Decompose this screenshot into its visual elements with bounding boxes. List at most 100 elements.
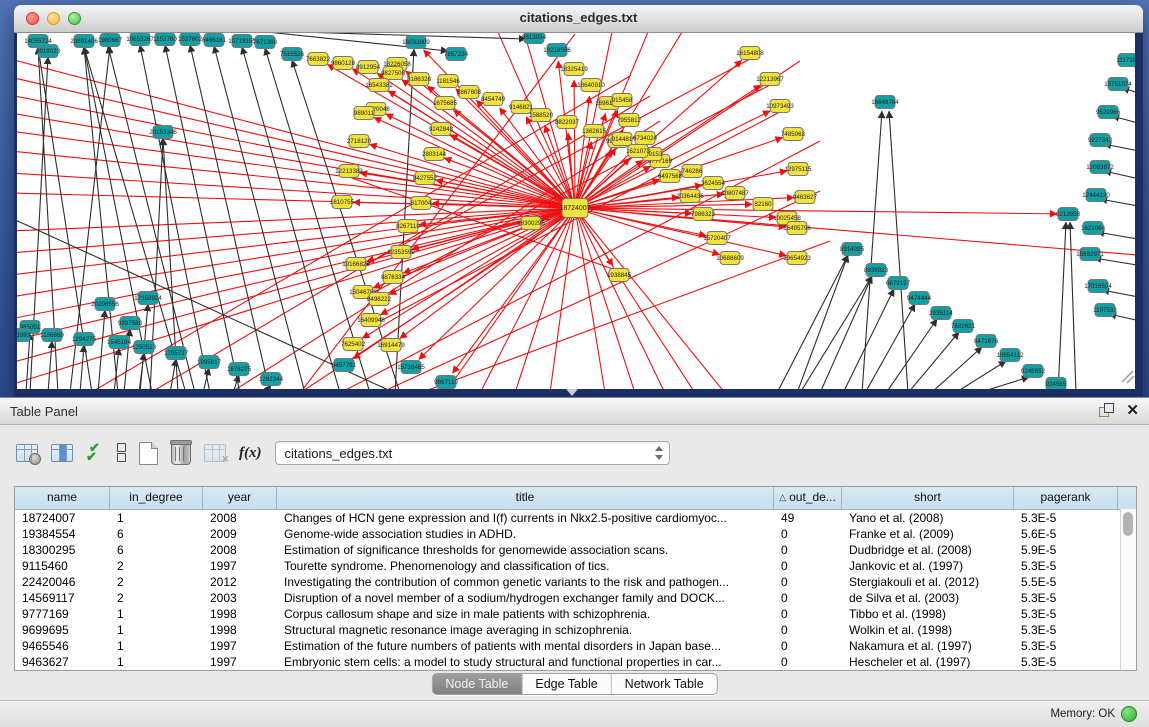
graph-node[interactable]: 2867608 xyxy=(457,86,482,99)
table-cell[interactable]: Estimation of significance thresholds fo… xyxy=(277,542,774,558)
graph-node[interactable]: 1292344 xyxy=(259,373,284,386)
graph-node[interactable]: 16648784 xyxy=(871,96,899,109)
table-cell[interactable]: 9115460 xyxy=(15,558,110,574)
table-cell[interactable]: 0 xyxy=(774,542,842,558)
memory-status-icon[interactable] xyxy=(1121,706,1137,722)
graph-node[interactable]: 10807487 xyxy=(721,187,749,200)
graph-node[interactable]: 8498222 xyxy=(367,293,392,306)
table-row[interactable]: 977716911998Corpus callosum shape and si… xyxy=(15,606,1136,622)
graph-node[interactable]: 915458 xyxy=(612,94,633,107)
graph-node[interactable]: 82160 xyxy=(753,198,773,211)
graph-node[interactable]: 8912954 xyxy=(356,61,381,74)
graph-node[interactable]: 1980667 xyxy=(98,34,123,47)
graph-node[interactable]: 1156869 xyxy=(40,329,64,342)
graph-node[interactable]: 7986322 xyxy=(691,208,716,221)
table-cell[interactable]: 1998 xyxy=(203,606,277,622)
graph-node[interactable]: 8186328 xyxy=(407,73,432,86)
tab-node-table[interactable]: Node Table xyxy=(432,674,521,694)
graph-node[interactable]: 7485063 xyxy=(781,128,806,141)
graph-node[interactable]: 746266 xyxy=(682,165,703,178)
scrollbar-thumb[interactable] xyxy=(1123,512,1133,536)
graph-node[interactable]: 1588520 xyxy=(529,109,554,122)
graph-node[interactable]: 1621073 xyxy=(626,145,651,158)
table-cell[interactable]: 5.3E-5 xyxy=(1014,654,1118,670)
table-cell[interactable]: Embryonic stem cells: a model to study s… xyxy=(277,654,774,670)
select-all-icon[interactable]: ✔✔ xyxy=(86,443,104,463)
column-header[interactable]: title xyxy=(277,487,774,509)
graph-node[interactable]: 7857224 xyxy=(444,48,469,61)
graph-node[interactable]: 10973493 xyxy=(766,100,794,113)
table-cell[interactable]: Franke et al. (2009) xyxy=(842,526,1014,542)
table-row[interactable]: 1830029562008Estimation of significance … xyxy=(15,542,1136,558)
close-panel-icon[interactable]: ✕ xyxy=(1126,403,1139,418)
graph-node[interactable]: 924565 xyxy=(1046,378,1067,390)
table-cell[interactable]: 19384554 xyxy=(15,526,110,542)
column-header[interactable]: name xyxy=(15,487,110,509)
table-cell[interactable]: 2 xyxy=(110,590,203,606)
graph-node[interactable]: 16914479 xyxy=(377,339,405,352)
graph-node[interactable]: 989011 xyxy=(354,107,375,120)
table-cell[interactable]: 9465546 xyxy=(15,638,110,654)
graph-node[interactable]: 7632621 xyxy=(951,320,976,333)
graph-node[interactable]: 12213967 xyxy=(756,73,784,86)
table-cell[interactable]: 0 xyxy=(774,590,842,606)
graph-node[interactable]: 9463627 xyxy=(793,191,818,204)
graph-node[interactable]: 9245652 xyxy=(1021,365,1046,378)
table-selector-dropdown[interactable]: citations_edges.txt xyxy=(275,441,670,465)
graph-node[interactable]: 8454749 xyxy=(481,93,506,106)
table-cell[interactable]: 9463627 xyxy=(15,654,110,670)
graph-node[interactable]: 8822037 xyxy=(555,116,580,129)
table-cell[interactable]: 6 xyxy=(110,526,203,542)
column-header[interactable]: short xyxy=(842,487,1014,509)
tab-network-table[interactable]: Network Table xyxy=(611,674,717,694)
graph-node[interactable]: 15692971 xyxy=(1076,248,1104,261)
graph-node[interactable]: 10653267 xyxy=(126,33,154,46)
graph-node[interactable]: 16495796 xyxy=(783,222,811,235)
graph-node[interactable]: 1545194 xyxy=(107,336,132,349)
network-canvas[interactable]: 1872400714055724991902320891406198066710… xyxy=(17,33,1135,389)
table-cell[interactable]: 22420046 xyxy=(15,574,110,590)
graph-node[interactable]: 7955812 xyxy=(617,114,642,127)
graph-node[interactable]: 12353599 xyxy=(387,246,415,259)
graph-node[interactable]: 1678275 xyxy=(227,363,252,376)
graph-node[interactable]: 9457791 xyxy=(332,359,357,372)
graph-node[interactable]: 19218596 xyxy=(543,44,571,57)
table-cell[interactable]: Investigating the contribution of common… xyxy=(277,574,774,590)
graph-node[interactable]: 7663822 xyxy=(306,53,331,66)
table-cell[interactable]: Jankovic et al. (1997) xyxy=(842,558,1014,574)
graph-node[interactable]: 1995817 xyxy=(197,356,222,369)
table-cell[interactable]: Stergiakouli et al. (2012) xyxy=(842,574,1014,590)
table-cell[interactable]: 0 xyxy=(774,526,842,542)
rows-icon[interactable] xyxy=(117,443,126,463)
column-header[interactable]: year xyxy=(203,487,277,509)
tab-edge-table[interactable]: Edge Table xyxy=(521,674,610,694)
table-cell[interactable]: 1997 xyxy=(203,638,277,654)
graph-node[interactable]: 2718120 xyxy=(347,135,372,148)
graph-node[interactable]: 1152760 xyxy=(153,33,177,46)
table-cell[interactable]: Estimation of the future numbers of pati… xyxy=(277,638,774,654)
table-cell[interactable]: Tibbo et al. (1998) xyxy=(842,606,1014,622)
graph-node[interactable]: 6497568 xyxy=(658,170,683,183)
table-cell[interactable]: 2 xyxy=(110,574,203,590)
graph-node[interactable]: 12975115 xyxy=(784,163,812,176)
graph-node[interactable]: 1181546 xyxy=(436,75,460,88)
graph-node[interactable]: 7625402 xyxy=(341,338,366,351)
table-row[interactable]: 1938455462009Genome-wide association stu… xyxy=(15,526,1136,542)
network-view-window[interactable]: citations_edges.txt 18724007140557249919… xyxy=(14,5,1143,397)
table-cell[interactable]: 1 xyxy=(110,638,203,654)
graph-node[interactable]: 6734024 xyxy=(633,132,658,145)
show-columns-icon[interactable] xyxy=(51,444,73,462)
graph-node[interactable]: 2803144 xyxy=(422,148,447,161)
graph-node[interactable]: 1107533 xyxy=(1093,304,1117,317)
table-cell[interactable]: Disruption of a novel member of a sodium… xyxy=(277,590,774,606)
table-cell[interactable]: 5.9E-5 xyxy=(1014,542,1118,558)
graph-node[interactable]: 9827508 xyxy=(381,67,406,80)
graph-node[interactable]: 1810755 xyxy=(330,196,355,209)
graph-node[interactable]: 7515526 xyxy=(280,48,305,61)
table-cell[interactable]: Changes of HCN gene expression and I(f) … xyxy=(277,510,774,526)
table-cell[interactable]: 1 xyxy=(110,510,203,526)
table-cell[interactable]: 9699695 xyxy=(15,622,110,638)
graph-node[interactable]: 19654923 xyxy=(783,252,811,265)
table-cell[interactable]: Nakamura et al. (1997) xyxy=(842,638,1014,654)
trash-icon[interactable] xyxy=(171,442,191,465)
